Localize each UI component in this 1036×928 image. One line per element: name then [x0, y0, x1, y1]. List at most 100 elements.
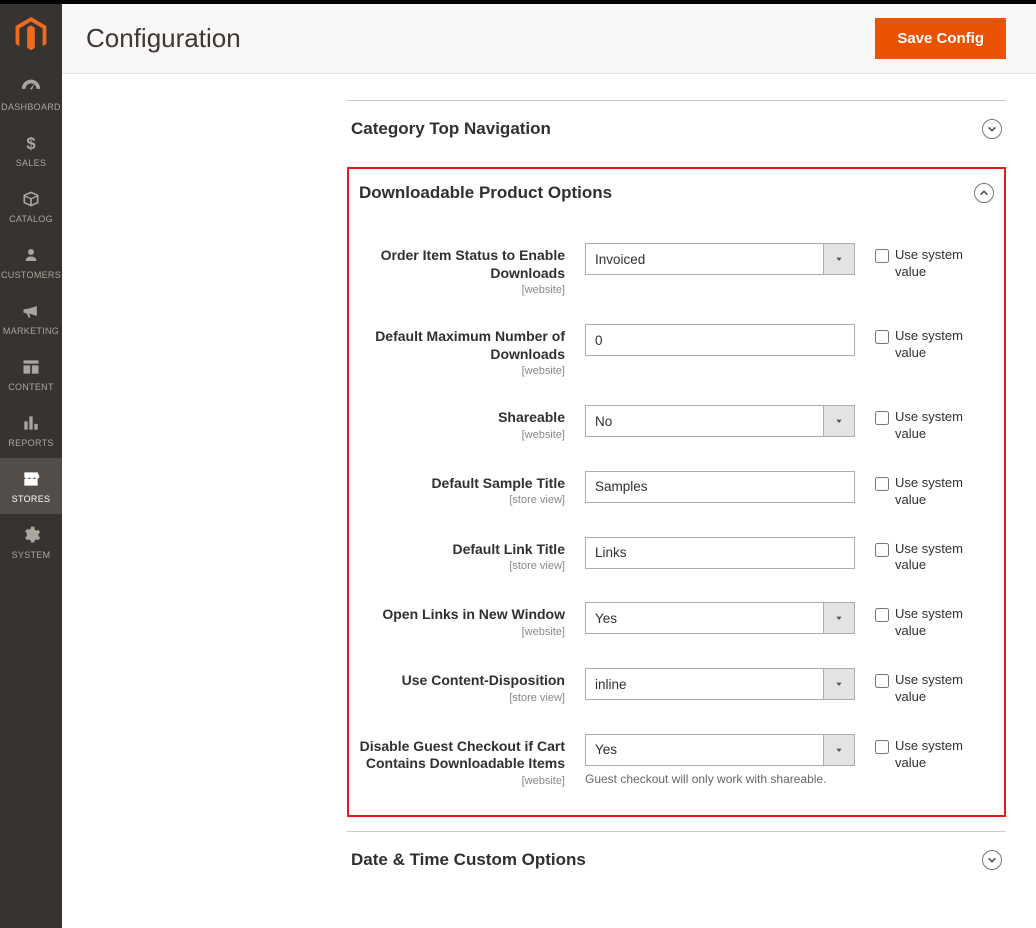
row-order-item-status: Order Item Status to Enable Downloads [w…: [355, 229, 998, 310]
use-system-label: Use system value: [895, 541, 975, 575]
row-label: Default Maximum Number of Downloads [web…: [355, 324, 565, 377]
use-system-checkbox[interactable]: [875, 477, 889, 491]
use-system-value[interactable]: Use system value: [875, 471, 975, 509]
scope-label: [website]: [355, 775, 565, 787]
use-system-value[interactable]: Use system value: [875, 537, 975, 575]
save-config-button[interactable]: Save Config: [875, 18, 1006, 59]
row-field: Guest checkout will only work with share…: [585, 734, 855, 786]
row-field: [585, 602, 855, 634]
label-text: Shareable: [355, 409, 565, 427]
use-system-checkbox[interactable]: [875, 411, 889, 425]
sidebar-item-label: STORES: [12, 494, 51, 504]
use-system-value[interactable]: Use system value: [875, 405, 975, 443]
scope-label: [store view]: [355, 494, 565, 506]
bar-chart-icon: [20, 412, 42, 434]
sidebar-item-sales[interactable]: $ SALES: [0, 122, 62, 178]
page-header: Configuration Save Config: [62, 4, 1036, 74]
use-system-value[interactable]: Use system value: [875, 243, 975, 281]
select-value[interactable]: [585, 602, 855, 634]
use-system-checkbox[interactable]: [875, 740, 889, 754]
dollar-icon: $: [20, 132, 42, 154]
field-note: Guest checkout will only work with share…: [585, 772, 855, 786]
use-system-checkbox[interactable]: [875, 608, 889, 622]
use-system-label: Use system value: [895, 606, 975, 640]
use-system-label: Use system value: [895, 475, 975, 509]
label-text: Use Content-Disposition: [355, 672, 565, 690]
use-system-label: Use system value: [895, 738, 975, 772]
row-field: [585, 243, 855, 275]
sidebar-item-customers[interactable]: CUSTOMERS: [0, 234, 62, 290]
select-value[interactable]: [585, 243, 855, 275]
use-system-label: Use system value: [895, 409, 975, 443]
use-system-label: Use system value: [895, 672, 975, 706]
row-max-downloads: Default Maximum Number of Downloads [web…: [355, 310, 998, 391]
scope-label: [store view]: [355, 692, 565, 704]
section-header-downloadable[interactable]: Downloadable Product Options: [355, 169, 998, 221]
use-system-checkbox[interactable]: [875, 543, 889, 557]
scope-label: [website]: [355, 626, 565, 638]
app-root: DASHBOARD $ SALES CATALOG CUSTOMERS MARK…: [0, 0, 1036, 928]
use-system-label: Use system value: [895, 328, 975, 362]
use-system-label: Use system value: [895, 247, 975, 281]
row-shareable: Shareable [website]: [355, 391, 998, 457]
section-header-category-top-nav[interactable]: Category Top Navigation: [347, 101, 1006, 157]
label-text: Default Link Title: [355, 541, 565, 559]
store-icon: [20, 468, 42, 490]
row-label: Use Content-Disposition [store view]: [355, 668, 565, 704]
scope-label: [website]: [355, 365, 565, 377]
row-field: [585, 537, 855, 569]
use-system-checkbox[interactable]: [875, 249, 889, 263]
magento-logo[interactable]: [0, 4, 62, 66]
use-system-value[interactable]: Use system value: [875, 734, 975, 772]
use-system-value[interactable]: Use system value: [875, 324, 975, 362]
label-text: Open Links in New Window: [355, 606, 565, 624]
sidebar-item-label: CUSTOMERS: [1, 270, 61, 280]
row-label: Default Sample Title [store view]: [355, 471, 565, 507]
section-header-date-time[interactable]: Date & Time Custom Options: [347, 832, 1006, 888]
sidebar-item-marketing[interactable]: MARKETING: [0, 290, 62, 346]
sidebar-item-content[interactable]: CONTENT: [0, 346, 62, 402]
select-shareable[interactable]: [585, 405, 855, 437]
input-max-downloads[interactable]: [585, 324, 855, 356]
select-value[interactable]: [585, 405, 855, 437]
sidebar-item-label: SALES: [16, 158, 47, 168]
gear-icon: [20, 524, 42, 546]
input-default-sample-title[interactable]: [585, 471, 855, 503]
scope-label: [website]: [355, 284, 565, 296]
row-field: [585, 471, 855, 503]
select-open-links-new-window[interactable]: [585, 602, 855, 634]
section-title: Date & Time Custom Options: [351, 850, 586, 870]
input-default-link-title[interactable]: [585, 537, 855, 569]
sidebar-item-stores[interactable]: STORES: [0, 458, 62, 514]
sidebar-item-label: SYSTEM: [12, 550, 51, 560]
sidebar-item-system[interactable]: SYSTEM: [0, 514, 62, 570]
label-text: Disable Guest Checkout if Cart Contains …: [355, 738, 565, 773]
select-order-item-status[interactable]: [585, 243, 855, 275]
gauge-icon: [20, 76, 42, 98]
row-label: Disable Guest Checkout if Cart Contains …: [355, 734, 565, 787]
sidebar-item-label: CONTENT: [8, 382, 54, 392]
select-disable-guest-checkout[interactable]: [585, 734, 855, 766]
use-system-checkbox[interactable]: [875, 330, 889, 344]
sidebar-item-label: MARKETING: [3, 326, 59, 336]
row-label: Open Links in New Window [website]: [355, 602, 565, 638]
use-system-checkbox[interactable]: [875, 674, 889, 688]
main-area: Configuration Save Config Category Top N…: [62, 0, 1036, 928]
use-system-value[interactable]: Use system value: [875, 668, 975, 706]
sidebar-item-label: REPORTS: [8, 438, 53, 448]
sidebar-item-reports[interactable]: REPORTS: [0, 402, 62, 458]
chevron-down-icon: [982, 850, 1002, 870]
use-system-value[interactable]: Use system value: [875, 602, 975, 640]
section-title: Downloadable Product Options: [359, 183, 612, 203]
sidebar-item-catalog[interactable]: CATALOG: [0, 178, 62, 234]
select-content-disposition[interactable]: [585, 668, 855, 700]
select-value[interactable]: [585, 668, 855, 700]
sidebar-item-label: CATALOG: [9, 214, 53, 224]
select-value[interactable]: [585, 734, 855, 766]
chevron-down-icon: [982, 119, 1002, 139]
row-field: [585, 668, 855, 700]
scope-label: [website]: [355, 429, 565, 441]
label-text: Default Sample Title: [355, 475, 565, 493]
sidebar-item-dashboard[interactable]: DASHBOARD: [0, 66, 62, 122]
sidebar-item-label: DASHBOARD: [1, 102, 61, 112]
